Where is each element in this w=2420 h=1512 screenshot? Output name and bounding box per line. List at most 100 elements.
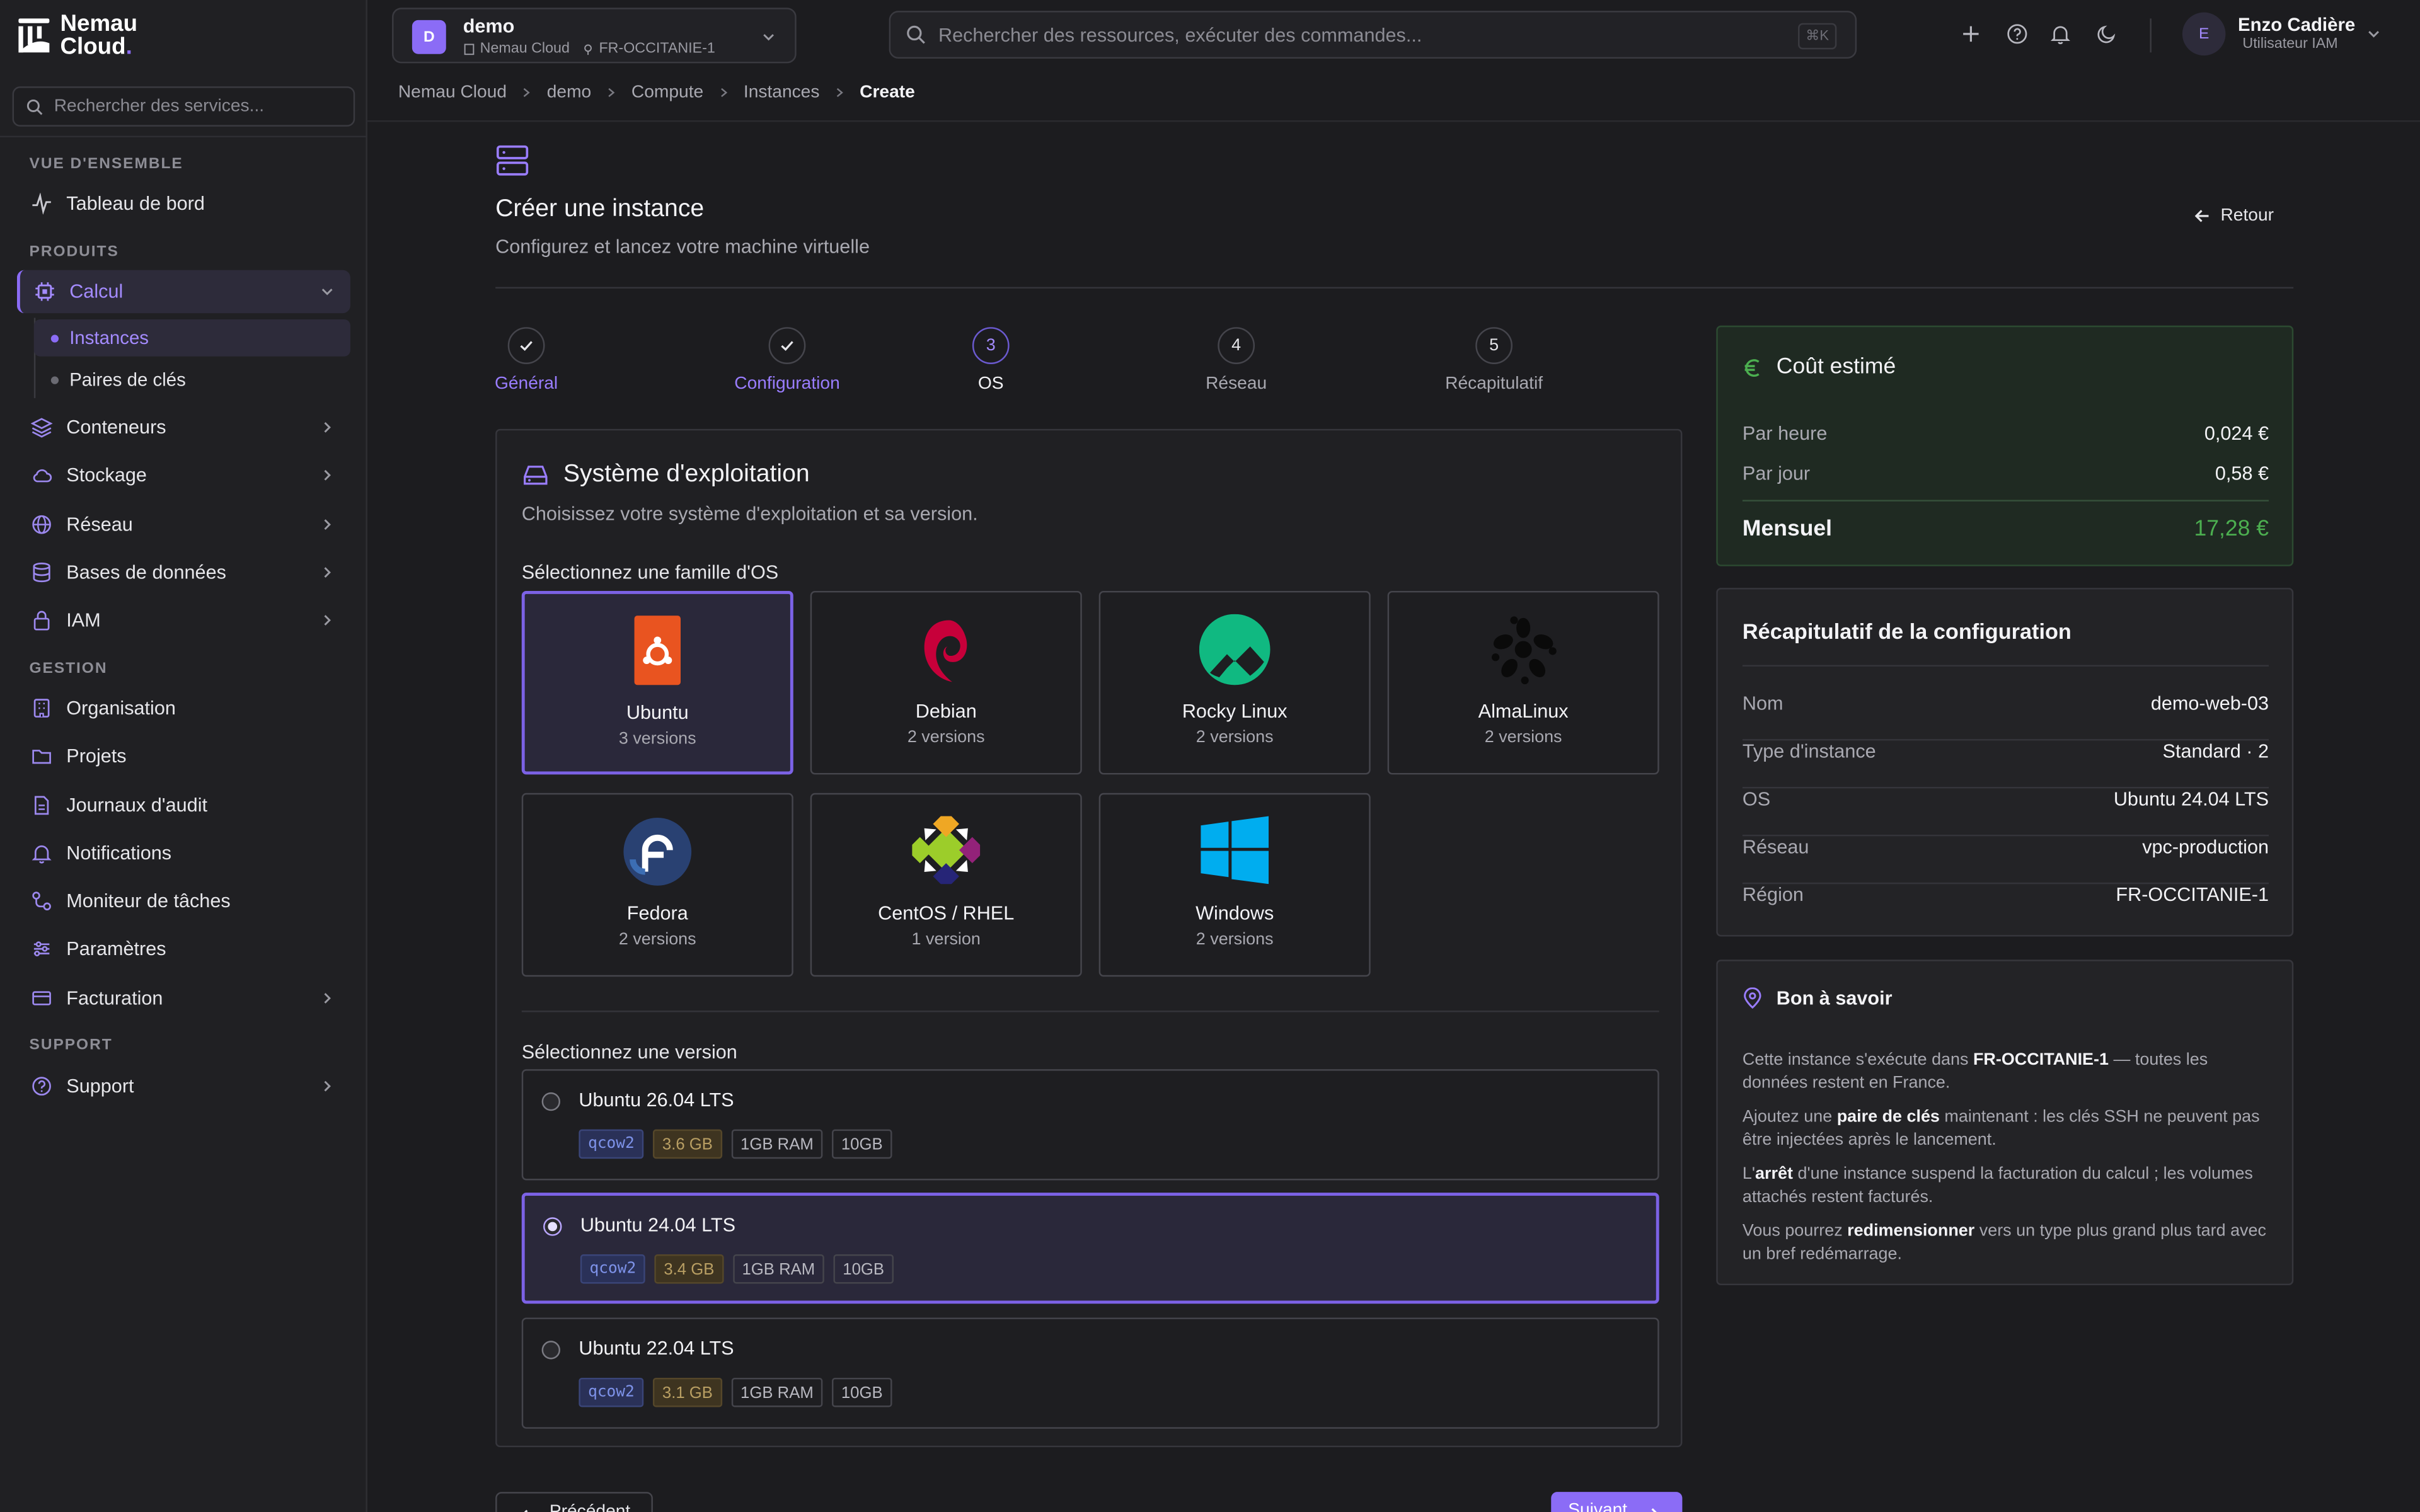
summary-row: Région FR-OCCITANIE-1 <box>1743 884 2269 932</box>
step-os[interactable]: 3 OS <box>898 327 1083 393</box>
sidebar-item-compute[interactable]: Calcul <box>16 270 350 314</box>
debian-logo-icon <box>924 620 967 682</box>
os-family-versions: 1 version <box>911 930 981 949</box>
os-family-label: Sélectionnez une famille d'OS <box>521 561 779 583</box>
help-circle-icon[interactable] <box>2007 23 2028 45</box>
sidebar-item-billing[interactable]: Facturation <box>17 976 350 1020</box>
search-icon <box>26 98 43 115</box>
moon-icon[interactable] <box>2096 23 2118 45</box>
breadcrumb-item[interactable]: Compute <box>631 83 703 101</box>
chevron-down-icon[interactable] <box>2366 26 2381 42</box>
summary-row: Type d'instance Standard · 2 <box>1742 740 2269 789</box>
sidebar-item-instances[interactable]: Instances <box>33 319 350 357</box>
os-family-ubuntu[interactable]: Ubuntu 3 versions <box>521 590 793 775</box>
version-tags: qcow2 3.6 GB 1GB RAM 10GB <box>579 1129 892 1159</box>
logo[interactable]: Nemau Cloud. <box>15 13 137 59</box>
breadcrumb-item[interactable]: demo <box>547 83 591 101</box>
sidebar-item-containers[interactable]: Conteneurs <box>17 406 350 449</box>
sidebar-item-support[interactable]: Support <box>17 1065 350 1108</box>
step-label: Réseau <box>1206 375 1267 394</box>
next-button[interactable]: Suivant <box>1551 1492 1683 1512</box>
tip-region: Cette instance s'exécute dans FR-OCCITAN… <box>1742 1050 2208 1092</box>
back-button[interactable]: Retour <box>2173 196 2293 236</box>
global-search-input[interactable]: Rechercher des ressources, exécuter des … <box>889 11 1857 59</box>
sidebar-item-notifications[interactable]: Notifications <box>17 832 350 875</box>
sidebar-item-iam[interactable]: IAM <box>17 598 350 642</box>
sidebar-item-dashboard[interactable]: Tableau de bord <box>17 182 350 226</box>
map-pin-icon <box>1744 987 1761 1009</box>
format-tag: qcow2 <box>579 1377 644 1407</box>
os-family-windows[interactable]: Windows 2 versions <box>1098 793 1371 977</box>
cost-row-daily: Par jour 0,58 € <box>1743 463 2269 484</box>
step-label: Récapitulatif <box>1445 375 1543 394</box>
bullet-icon <box>50 334 59 342</box>
building-icon <box>464 43 475 54</box>
service-search-input[interactable]: Rechercher des services... <box>12 86 355 127</box>
layers-icon <box>30 418 53 438</box>
summary-label: Type d'instance <box>1742 740 1876 762</box>
sidebar-item-storage[interactable]: Stockage <box>17 454 350 497</box>
sidebar-item-label: Moniteur de tâches <box>66 890 231 912</box>
ram-tag: 1GB RAM <box>732 1254 824 1284</box>
good-to-know-card: Bon à savoir Cette instance s'exécute da… <box>1716 959 2294 1286</box>
summary-label: Région <box>1742 884 1804 906</box>
sidebar-item-settings[interactable]: Paramètres <box>17 927 350 971</box>
arrow-left-icon <box>2194 210 2208 222</box>
summary-title: Récapitulatif de la configuration <box>1742 619 2071 644</box>
sidebar-item-keypairs[interactable]: Paires de clés <box>34 361 350 398</box>
chevron-right-icon <box>608 88 615 98</box>
summary-value: demo-web-03 <box>2150 692 2269 714</box>
user-name[interactable]: Enzo Cadière <box>2238 14 2355 35</box>
os-family-versions: 3 versions <box>618 730 696 748</box>
version-radio[interactable] <box>541 1341 560 1360</box>
plus-icon[interactable] <box>1960 23 1981 45</box>
os-family-fedora[interactable]: Fedora 2 versions <box>521 793 793 977</box>
previous-button[interactable]: Précédent <box>495 1492 653 1512</box>
sidebar-item-task-monitor[interactable]: Moniteur de tâches <box>17 879 350 923</box>
step-network[interactable]: 4 Réseau <box>1144 327 1329 393</box>
cost-row-monthly: Mensuel 17,28 € <box>1743 517 2269 541</box>
step-number: 5 <box>1475 327 1513 364</box>
breadcrumb-item[interactable]: Instances <box>744 83 820 101</box>
topbar-divider <box>2150 18 2152 53</box>
bell-icon[interactable] <box>2049 23 2071 45</box>
map-pin-icon <box>584 43 592 54</box>
sidebar-item-label: Instances <box>69 327 149 349</box>
chevron-right-icon <box>324 469 331 481</box>
sidebar-item-audit-logs[interactable]: Journaux d'audit <box>17 784 350 827</box>
os-version-option-selected[interactable]: Ubuntu 24.04 LTS qcow2 3.4 GB 1GB RAM 10… <box>521 1193 1659 1304</box>
sidebar-item-databases[interactable]: Bases de données <box>17 551 350 594</box>
os-family-rocky-linux[interactable]: Rocky Linux 2 versions <box>1098 590 1371 775</box>
step-summary[interactable]: 5 Récapitulatif <box>1402 327 1587 393</box>
cost-divider <box>1742 500 2269 501</box>
summary-value: Ubuntu 24.04 LTS <box>2113 788 2269 810</box>
os-family-almalinux[interactable]: AlmaLinux 2 versions <box>1387 590 1659 775</box>
panel-divider <box>521 1011 1659 1012</box>
chevron-right-icon <box>324 567 331 578</box>
os-family-debian[interactable]: Debian 2 versions <box>810 590 1082 775</box>
chevron-right-icon <box>324 519 331 530</box>
sidebar-item-projects[interactable]: Projets <box>17 735 350 778</box>
user-avatar[interactable]: E <box>2182 12 2226 56</box>
chevron-down-icon <box>763 34 774 41</box>
disk-tag: 10GB <box>832 1377 892 1407</box>
os-version-option[interactable]: Ubuntu 26.04 LTS qcow2 3.6 GB 1GB RAM 10… <box>521 1069 1659 1181</box>
os-family-versions: 2 versions <box>907 728 985 747</box>
size-tag: 3.4 GB <box>654 1254 724 1284</box>
sidebar-item-network[interactable]: Réseau <box>17 503 350 546</box>
server-icon <box>496 145 529 176</box>
centos-logo-icon <box>912 816 981 885</box>
os-family-centos-rhel[interactable]: CentOS / RHEL 1 version <box>810 793 1082 977</box>
breadcrumb-item[interactable]: Nemau Cloud <box>398 83 507 101</box>
project-meta: Nemau Cloud FR-OCCITANIE-1 <box>463 40 715 57</box>
bell-icon <box>32 845 52 864</box>
os-version-option[interactable]: Ubuntu 22.04 LTS qcow2 3.1 GB 1GB RAM 10… <box>521 1317 1659 1429</box>
sidebar-item-label: Journaux d'audit <box>66 794 208 816</box>
project-switcher[interactable]: D demo Nemau Cloud FR-OCCITANIE-1 <box>392 8 797 64</box>
version-radio[interactable] <box>541 1092 560 1111</box>
step-configuration[interactable]: Configuration <box>694 327 880 393</box>
sidebar-item-organisation[interactable]: Organisation <box>17 687 350 730</box>
version-radio-checked[interactable] <box>543 1217 562 1236</box>
step-label: Configuration <box>734 375 840 394</box>
step-general[interactable]: Général <box>434 327 619 393</box>
